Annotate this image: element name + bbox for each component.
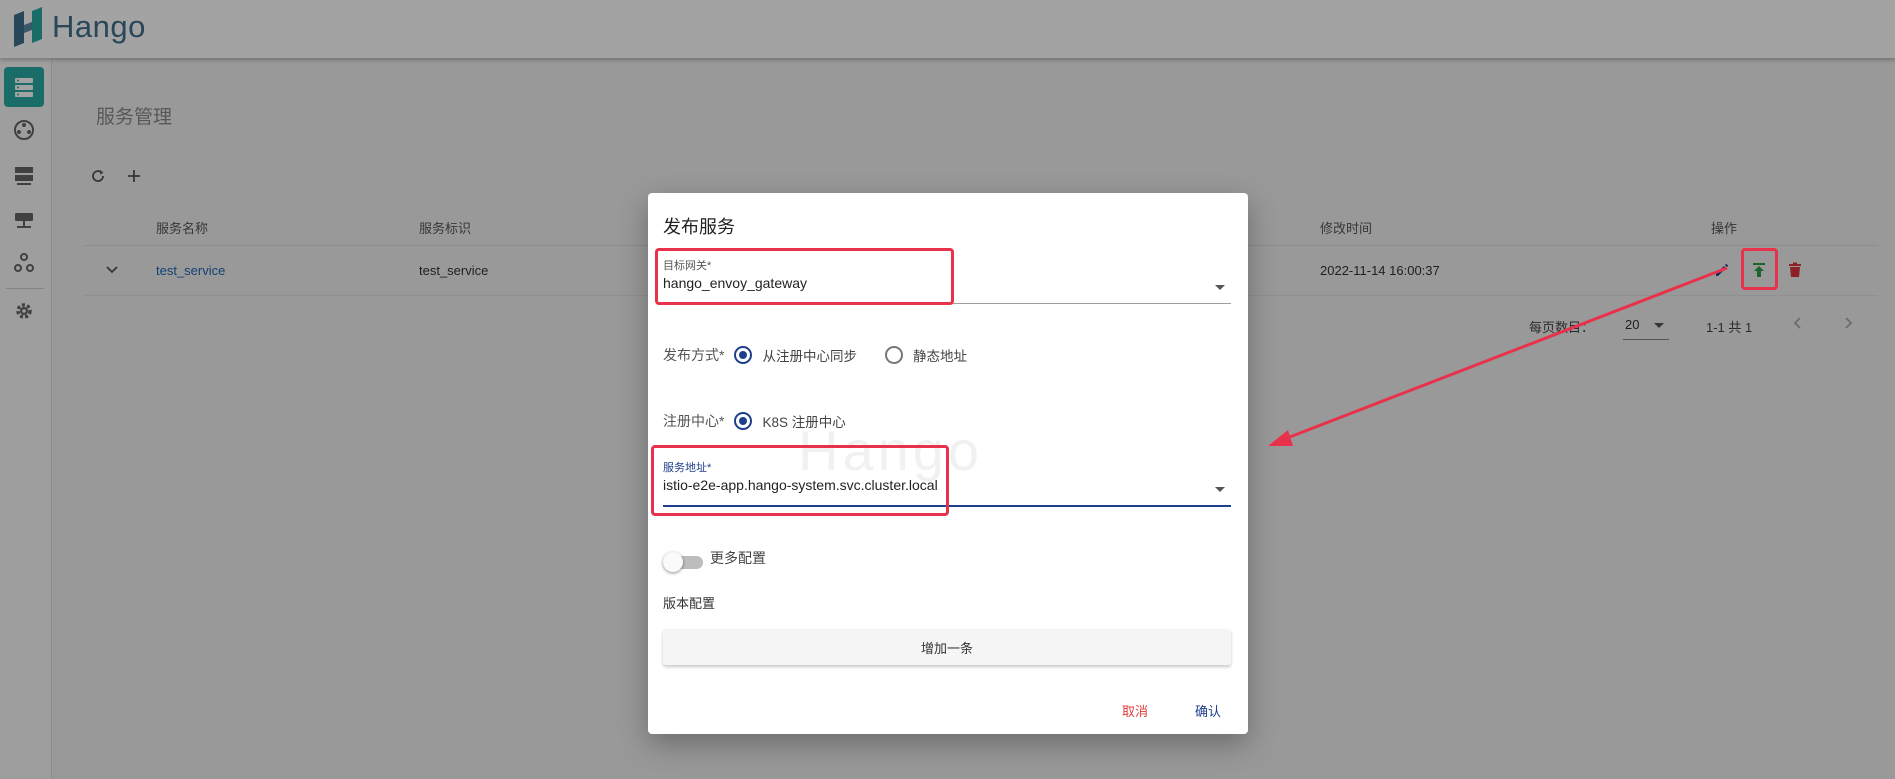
annotation-arrow — [1268, 266, 1728, 446]
